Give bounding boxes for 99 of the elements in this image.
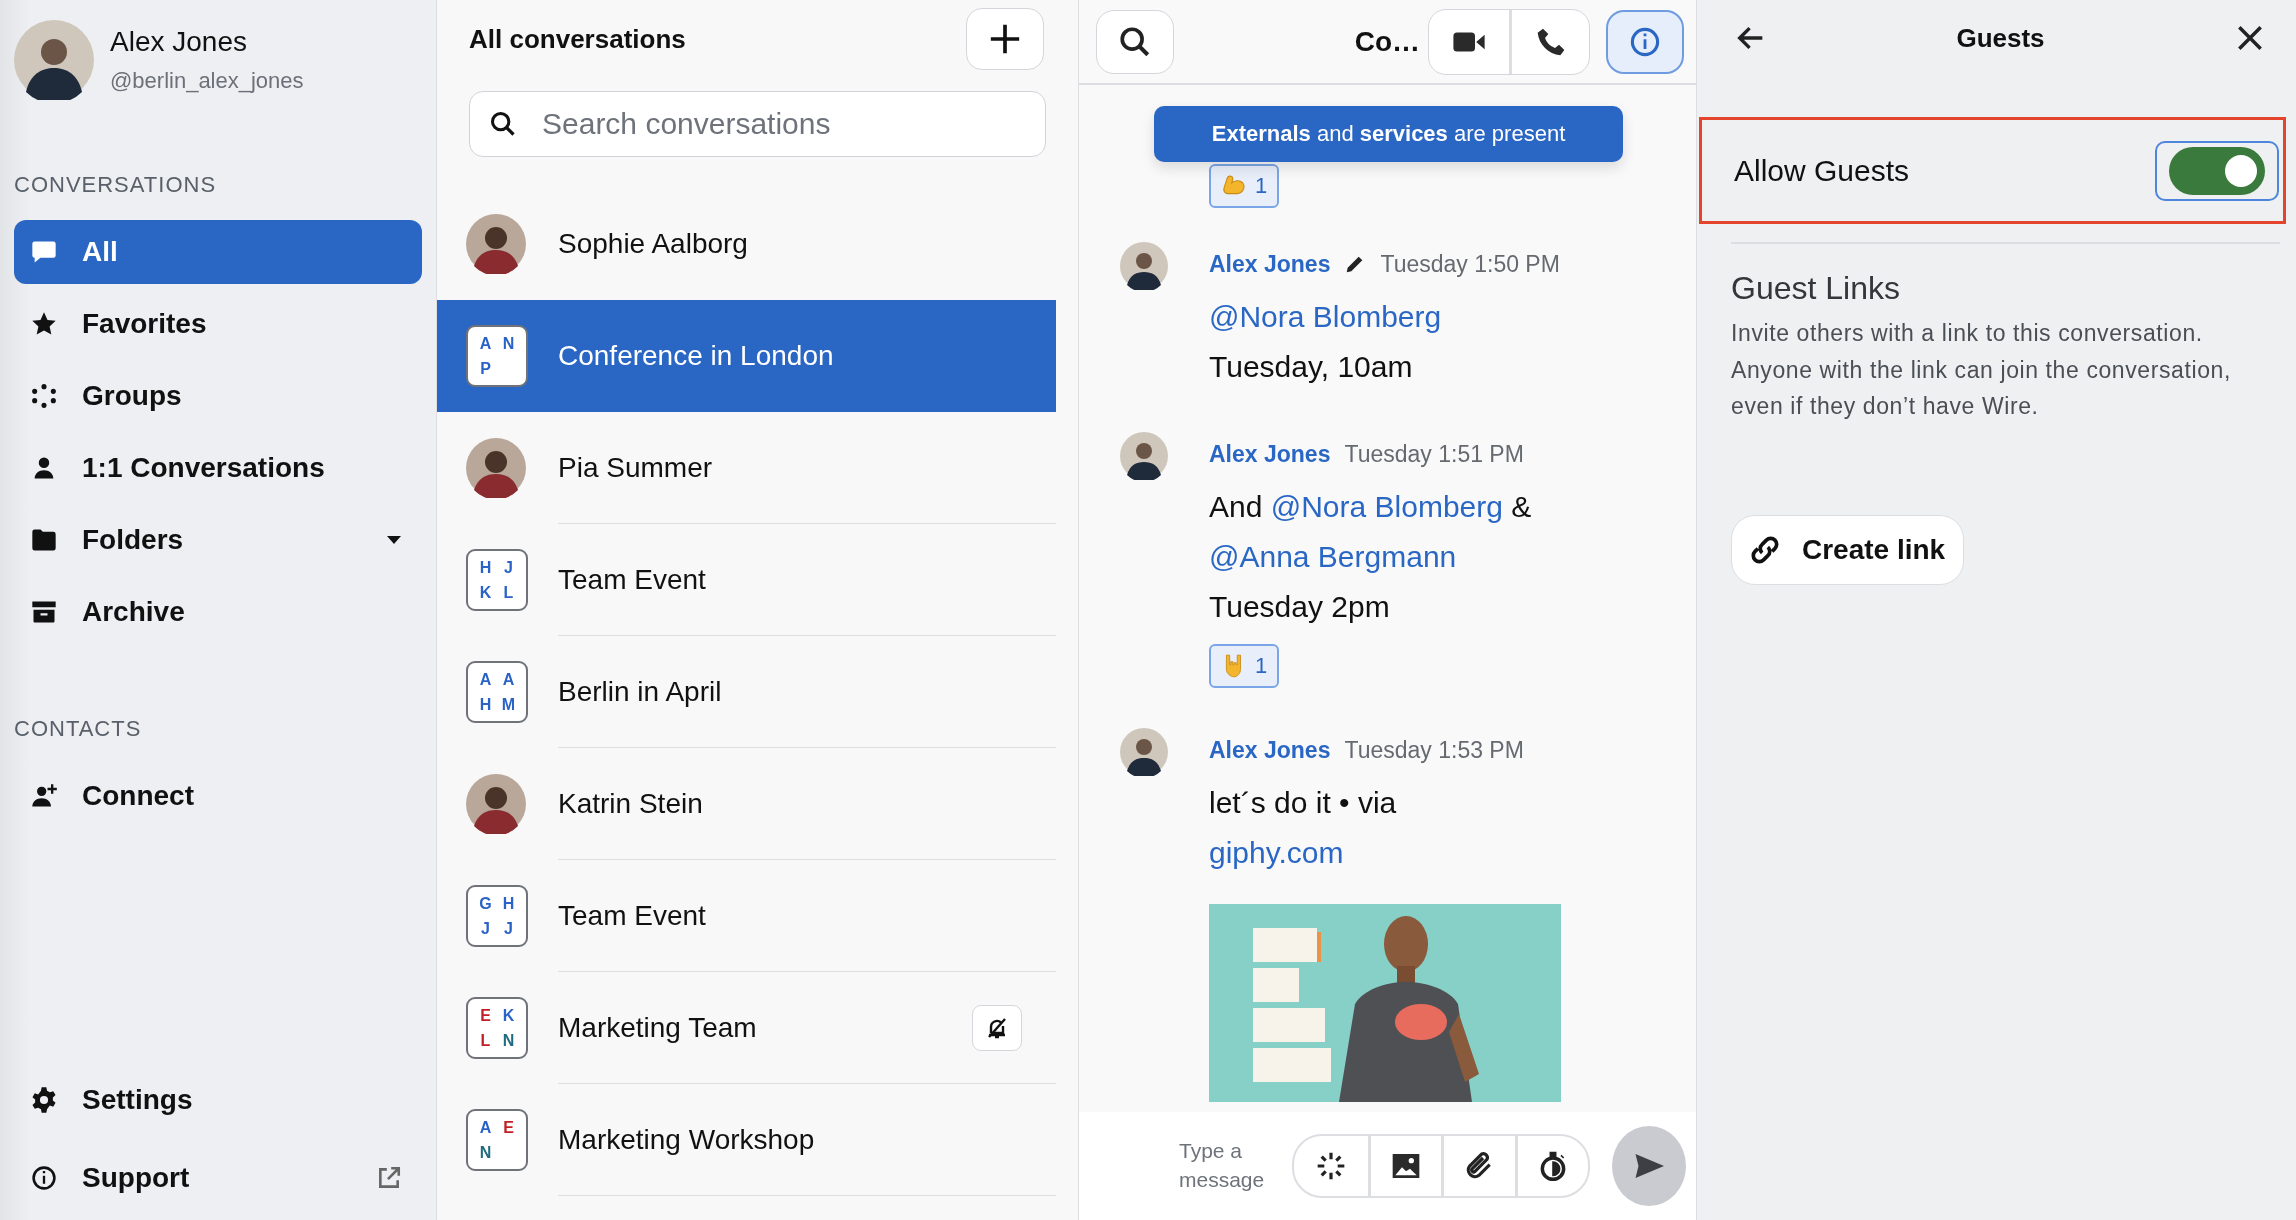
avatar-initial: J [504, 920, 513, 937]
reaction-button[interactable]: 1 [1209, 644, 1280, 688]
conversation-name: Marketing Workshop [558, 1123, 816, 1156]
list-title: All conversations [469, 23, 686, 55]
avatar-initial: A [479, 671, 492, 688]
message-input[interactable]: Type a message [1179, 1136, 1281, 1196]
nav-item[interactable]: Connect [14, 764, 422, 828]
section-heading: Guest Links [1731, 270, 1900, 307]
avatar-initial: G [479, 895, 492, 912]
avatar-initial: K [479, 584, 492, 601]
toggle-switch[interactable] [2155, 140, 2279, 201]
conversation-name: Team Event [558, 899, 707, 932]
avatar-initial: K [502, 1007, 515, 1024]
avatar-initial: E [480, 1007, 491, 1024]
avatar [466, 438, 526, 498]
avatar-initial: A [479, 1119, 492, 1136]
info-button[interactable] [1606, 9, 1684, 74]
avatar-initial: L [480, 1032, 491, 1049]
author-name[interactable]: Alex Jones [1209, 250, 1331, 278]
conversation-name: Team Event [558, 563, 707, 596]
user-handle: @berlin_alex_jones [110, 68, 304, 94]
search-field[interactable]: Search conversations [469, 91, 1046, 157]
avatar-initial: H [479, 559, 492, 576]
avatar-initial: E [503, 1119, 514, 1136]
nav-item[interactable]: Support [14, 1146, 422, 1210]
info-icon [30, 1164, 58, 1192]
nav-item[interactable]: Folders [14, 508, 422, 572]
external-link-icon [376, 1165, 402, 1191]
new-conversation-button[interactable] [966, 8, 1044, 70]
reaction-button[interactable]: 1 [1209, 164, 1280, 208]
nav-item[interactable]: Groups [14, 364, 422, 428]
plus-icon [988, 22, 1022, 56]
conversation-item[interactable]: A E N Marketing Workshop [437, 1084, 1056, 1196]
avatar-initial: J [504, 559, 513, 576]
conversation-item[interactable]: Katrin Stein [437, 748, 1056, 860]
avatar [1120, 728, 1168, 776]
avatar [1120, 242, 1168, 290]
conversation-item[interactable]: A A H M Berlin in April [437, 636, 1056, 748]
caret-icon [386, 535, 402, 545]
dots-icon [30, 382, 58, 410]
nav-item[interactable]: Settings [14, 1068, 422, 1132]
avatar-initial: J [481, 920, 490, 937]
message-text: @Nora Blomberg Tuesday, 10am [1209, 299, 1443, 385]
avatar-initial: H [479, 696, 492, 713]
conversation-name: Conference in London [558, 339, 835, 372]
conversation-item[interactable]: G H J J Team Event [437, 860, 1056, 972]
conversation-item[interactable]: A N P Conference in London [437, 300, 1056, 412]
section-heading: CONVERSATIONS [13, 172, 218, 198]
avatar-initial: N [479, 1144, 492, 1161]
avatar-initial: M [501, 696, 516, 713]
user-name: Alex Jones [110, 26, 248, 58]
avatar-initial: H [502, 895, 515, 912]
avatar-initial: N [502, 335, 515, 352]
search-icon [1118, 24, 1152, 59]
description-text: Invite others with a link to this conversation. Anyone with the link can join the conversation, even if they don’t have Wire. [1731, 319, 2232, 421]
avatar-initial: L [503, 584, 514, 601]
message-time: Tuesday 1:50 PM [1380, 250, 1560, 278]
avatar-initial: A [502, 671, 515, 688]
conversation-item[interactable]: Sophie Aalborg [437, 188, 1056, 300]
message-text: let´s do it • via giphy.com [1209, 778, 1549, 878]
conversation-name: Pia Summer [558, 451, 714, 484]
mute-button[interactable] [972, 1004, 1022, 1051]
mention-link[interactable]: @Nora Blomberg [1209, 300, 1442, 333]
nav-item[interactable]: Favorites [14, 292, 422, 356]
avatar [466, 774, 526, 834]
avatar [466, 214, 526, 274]
mention-link[interactable]: @Nora Blomberg [1270, 490, 1503, 523]
mention-link[interactable]: @Anna Bergmann [1209, 540, 1457, 573]
conversation-item[interactable]: H J K L Team Event [437, 524, 1056, 636]
add-person-icon [30, 782, 58, 810]
avatar-initial: N [502, 1032, 515, 1049]
avatar-initial: P [480, 360, 491, 377]
nav-item[interactable]: Archive [14, 580, 422, 644]
message-text: And @Nora Blomberg & @Anna Bergmann Tuesday 2pm [1209, 489, 1533, 625]
panel-title: Guests [1956, 22, 2045, 54]
conversation-name: Marketing Team [558, 1011, 758, 1044]
message-time: Tuesday 1:51 PM [1344, 440, 1524, 468]
create-link-button[interactable]: Create link [1731, 514, 1965, 585]
settings-icon [30, 1086, 58, 1114]
avatar[interactable] [14, 20, 94, 100]
notice-toast: Externals and services are present [1154, 106, 1623, 162]
conversation-name: Berlin in April [558, 675, 723, 708]
search-button[interactable] [1096, 9, 1174, 74]
section-heading: CONTACTS [13, 716, 143, 742]
setting-label: Allow Guests [1734, 153, 1910, 188]
conversation-name: Sophie Aalborg [558, 227, 749, 260]
conversation-item[interactable]: Pia Summer [437, 412, 1056, 524]
conversation-title: Co… [1354, 25, 1420, 58]
nav-item[interactable]: All [14, 220, 422, 284]
web-link[interactable]: giphy.com [1209, 828, 1344, 878]
message-time: Tuesday 1:53 PM [1344, 736, 1524, 764]
nav-item[interactable]: 1:1 Conversations [14, 436, 422, 500]
search-icon [489, 110, 517, 138]
conversation-item[interactable]: E K L N Marketing Team [437, 972, 1056, 1084]
conversation-name: Katrin Stein [558, 787, 704, 820]
author-name[interactable]: Alex Jones [1209, 440, 1331, 468]
avatar [1120, 432, 1168, 480]
avatar-initial: A [479, 335, 492, 352]
author-name[interactable]: Alex Jones [1209, 736, 1331, 764]
